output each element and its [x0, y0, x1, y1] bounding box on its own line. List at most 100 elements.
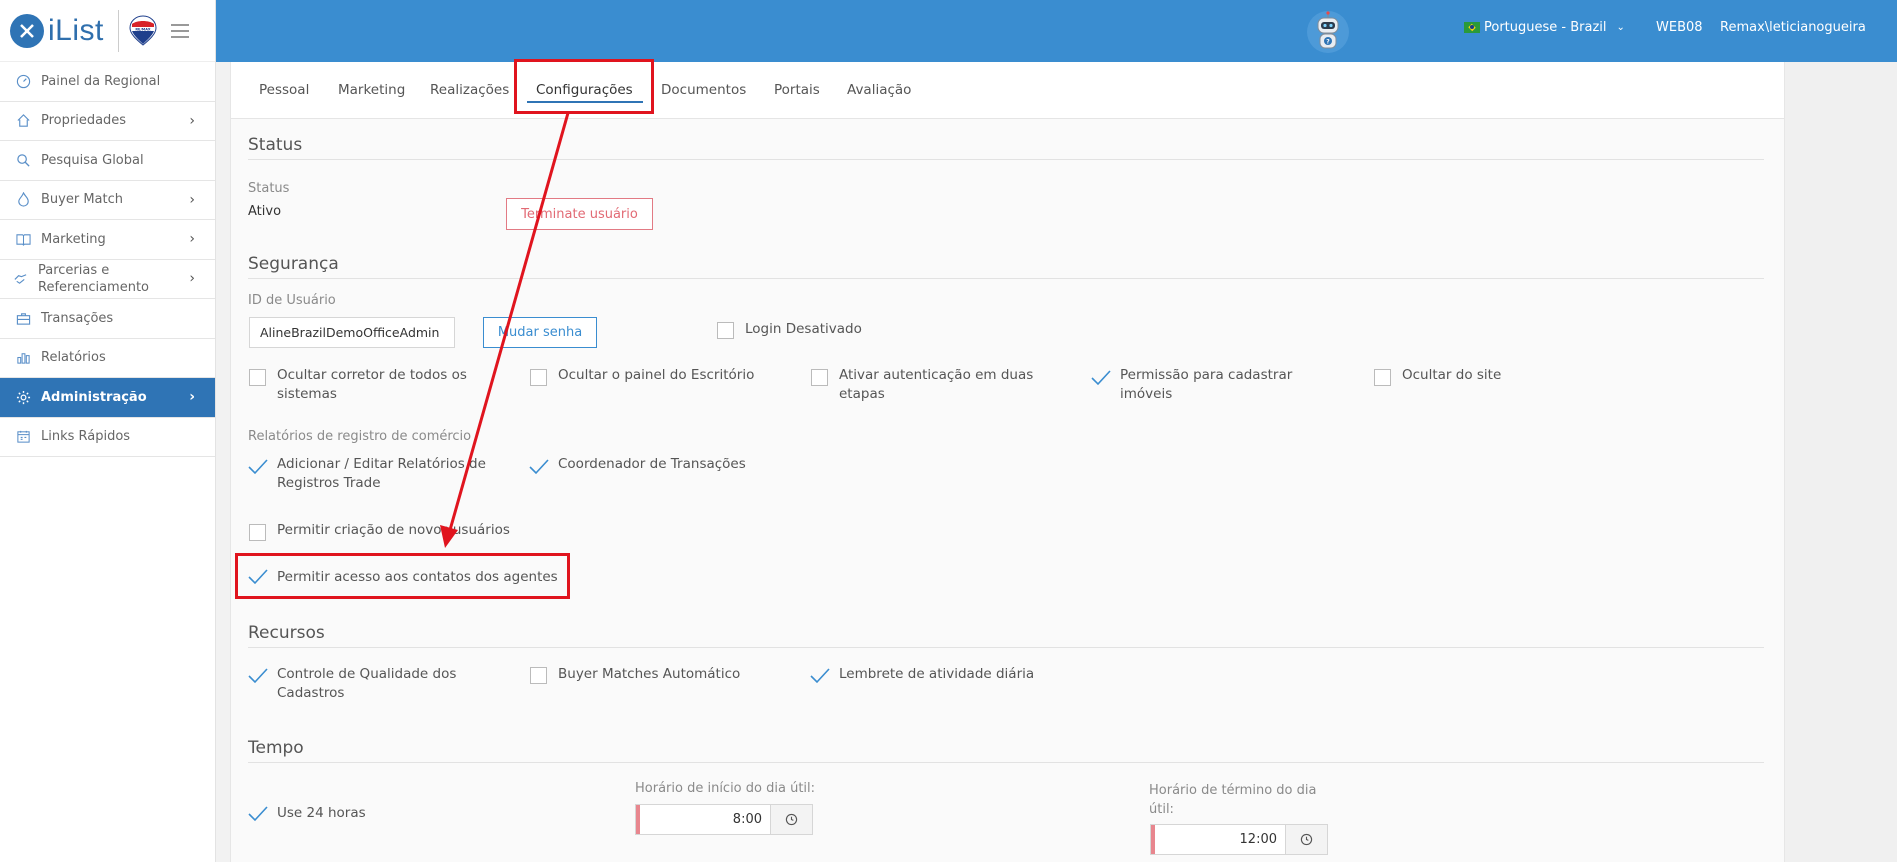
sidebar-item-label: Buyer Match	[41, 192, 123, 208]
remax-balloon-icon: RE/MAX	[129, 14, 157, 47]
tab-pessoal[interactable]: Pessoal	[259, 82, 309, 98]
bar-chart-icon	[15, 350, 31, 366]
sidebar-item-pesquisa-global[interactable]: Pesquisa Global	[0, 141, 215, 181]
annotation-highlight-option	[235, 553, 570, 599]
tab-marketing[interactable]: Marketing	[338, 82, 405, 98]
daily-activity-reminder-checkmark-icon[interactable]	[809, 667, 831, 685]
tab-portais[interactable]: Portais	[774, 82, 820, 98]
option-label: Permissão para cadastrar imóveis	[1120, 367, 1293, 402]
ilist-logo-icon[interactable]	[10, 13, 44, 48]
sidebar-item-label: Marketing	[41, 231, 106, 247]
brazil-flag-icon	[1464, 22, 1480, 33]
start-time-value: 8:00	[732, 812, 762, 827]
two-factor-auth-checkbox[interactable]	[811, 369, 828, 386]
hide-from-site-checkbox[interactable]	[1374, 369, 1391, 386]
transaction-coordinator-checkmark-icon[interactable]	[528, 458, 550, 476]
book-icon	[15, 231, 31, 247]
option-label: Ocultar o painel do Escritório	[558, 367, 755, 383]
sidebar-item-links-rapidos[interactable]: Links Rápidos	[0, 418, 215, 457]
end-time-field[interactable]: 12:00	[1150, 824, 1328, 855]
sidebar-item-label: Painel da Regional	[41, 73, 161, 89]
calendar-icon	[15, 429, 31, 445]
login-disabled-checkbox[interactable]	[717, 322, 734, 339]
option-label: Buyer Matches Automático	[558, 666, 741, 682]
sidebar-item-label: Transações	[41, 310, 114, 326]
chevron-right-icon: ›	[189, 231, 195, 248]
option-label: Ocultar do site	[1402, 367, 1502, 383]
auto-buyer-matches-checkbox[interactable]	[530, 667, 547, 684]
option-label: Permitir criação de novos usuários	[277, 522, 510, 538]
end-time-value: 12:00	[1239, 832, 1277, 847]
section-divider	[248, 647, 1764, 648]
top-bar: ? Portuguese - Brazil ⌄ WEB08 Remax\leti…	[216, 0, 1897, 62]
home-icon	[15, 113, 31, 129]
login-disabled-label: Login Desativado	[745, 321, 862, 337]
section-divider	[248, 762, 1764, 763]
user-id-label: ID de Usuário	[248, 293, 336, 308]
chevron-right-icon: ›	[189, 270, 195, 287]
section-title-status: Status	[248, 135, 303, 155]
sidebar: iList RE/MAX Painel da Regional Propried…	[0, 0, 216, 862]
sidebar-item-label: Pesquisa Global	[41, 152, 144, 168]
sidebar-item-parcerias[interactable]: Parcerias e Referenciamento ›	[0, 260, 215, 299]
user-menu[interactable]: Remax\leticianogueira	[1720, 20, 1866, 35]
handshake-icon	[12, 271, 28, 287]
language-label: Portuguese - Brazil	[1484, 20, 1607, 35]
sidebar-item-label: Administração	[41, 389, 147, 405]
search-icon	[15, 152, 31, 168]
chevron-right-icon: ›	[189, 389, 195, 406]
status-value: Ativo	[248, 204, 282, 219]
option-label: Lembrete de atividade diária	[839, 666, 1035, 682]
sidebar-item-transacoes[interactable]: Transações	[0, 299, 215, 339]
user-id-field[interactable]: AlineBrazilDemoOfficeAdmin	[249, 317, 455, 348]
robot-assistant-icon[interactable]: ?	[1306, 8, 1350, 56]
option-label: Controle de Qualidade dos Cadastros	[277, 666, 457, 701]
sidebar-item-label: Propriedades	[41, 113, 127, 129]
option-label: Use 24 horas	[277, 805, 366, 821]
sidebar-item-marketing[interactable]: Marketing ›	[0, 220, 215, 260]
briefcase-icon	[15, 310, 31, 326]
terminate-user-button[interactable]: Terminate usuário	[506, 198, 653, 230]
tab-documentos[interactable]: Documentos	[661, 82, 746, 98]
clock-icon[interactable]	[770, 805, 812, 834]
sidebar-item-painel-regional[interactable]: Painel da Regional	[0, 62, 215, 102]
trade-reports-edit-checkmark-icon[interactable]	[247, 458, 269, 476]
hide-office-panel-checkbox[interactable]	[530, 369, 547, 386]
sidebar-item-buyer-match[interactable]: Buyer Match ›	[0, 181, 215, 220]
listing-permission-checkmark-icon[interactable]	[1090, 369, 1112, 387]
annotation-highlight-tab	[514, 59, 654, 114]
end-time-label: Horário de término do dia útil:	[1149, 783, 1317, 817]
sidebar-item-label: Links Rápidos	[41, 429, 131, 445]
office-code: WEB08	[1656, 20, 1703, 35]
language-selector[interactable]: Portuguese - Brazil ⌄	[1464, 20, 1625, 35]
logo-divider	[117, 9, 119, 52]
use-24h-checkmark-icon[interactable]	[247, 805, 269, 823]
logo-area: iList RE/MAX	[0, 0, 215, 62]
hide-agent-all-systems-checkbox[interactable]	[249, 369, 266, 386]
gauge-icon	[15, 73, 31, 89]
option-label: Ocultar corretor de todos os sistemas	[277, 367, 467, 402]
sidebar-item-administracao[interactable]: Administração ›	[0, 378, 215, 418]
sidebar-item-relatorios[interactable]: Relatórios	[0, 339, 215, 378]
quality-control-checkmark-icon[interactable]	[247, 667, 269, 685]
sidebar-item-label: Parcerias e Referenciamento	[38, 262, 149, 295]
clock-icon[interactable]	[1285, 825, 1327, 854]
section-title-tempo: Tempo	[248, 738, 304, 758]
flame-icon	[15, 192, 31, 208]
hamburger-menu-icon[interactable]	[170, 23, 189, 38]
allow-new-users-checkbox[interactable]	[249, 524, 266, 541]
change-password-button[interactable]: Mudar senha	[483, 317, 597, 348]
right-gutter	[1785, 62, 1897, 862]
start-time-field[interactable]: 8:00	[635, 804, 813, 835]
chevron-right-icon: ›	[189, 191, 195, 208]
trade-reports-label: Relatórios de registro de comércio	[248, 429, 472, 444]
svg-text:RE/MAX: RE/MAX	[135, 27, 151, 31]
status-label: Status	[248, 181, 290, 196]
sidebar-item-propriedades[interactable]: Propriedades ›	[0, 102, 215, 141]
section-title-recursos: Recursos	[248, 623, 325, 643]
tab-realizacoes[interactable]: Realizações	[430, 82, 509, 98]
ilist-logo-text[interactable]: iList	[48, 14, 104, 48]
gear-icon	[15, 389, 31, 405]
sidebar-item-label: Relatórios	[41, 350, 106, 366]
tab-avaliacao[interactable]: Avaliação	[847, 82, 911, 98]
